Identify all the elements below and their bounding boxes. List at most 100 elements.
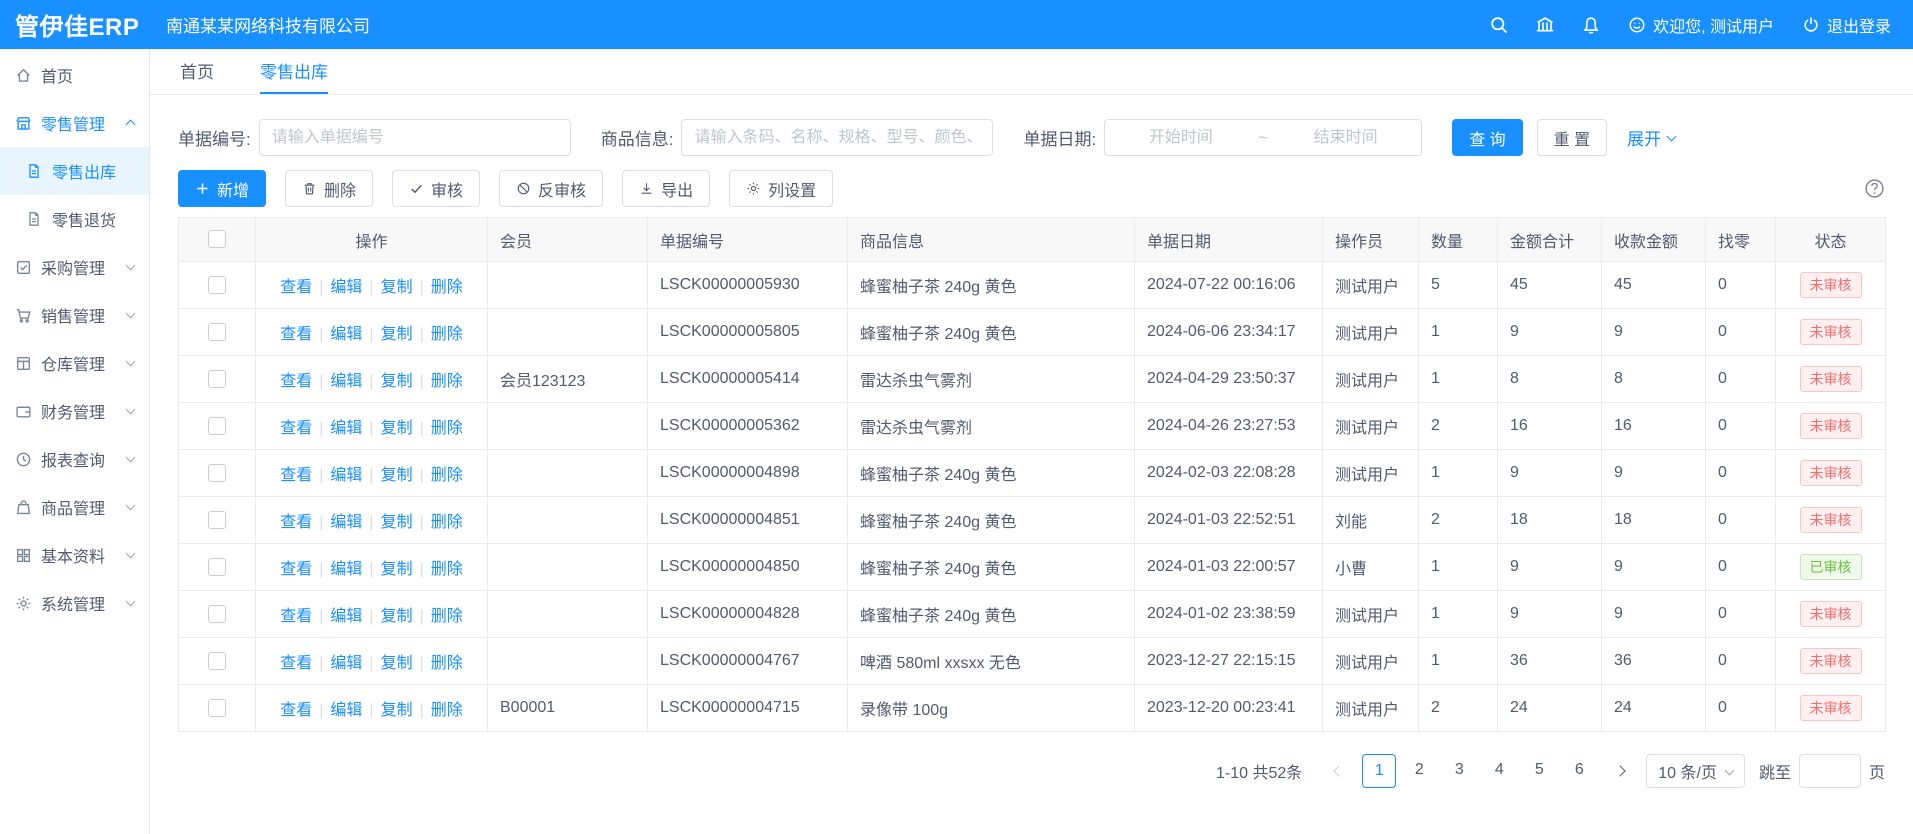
action-edit[interactable]: 编辑 [330,279,362,296]
bag-icon [15,499,32,516]
add-button[interactable]: 新增 [178,170,266,207]
row-checkbox[interactable] [208,323,226,341]
action-copy[interactable]: 复制 [381,467,413,484]
row-checkbox[interactable] [208,652,226,670]
sidebar-item-retail[interactable]: 零售管理 [0,99,149,147]
delete-button[interactable]: 删除 [285,170,373,207]
select-all-checkbox[interactable] [208,230,226,248]
action-view[interactable]: 查看 [280,467,312,484]
filter-bar: 单据编号: 商品信息: 单据日期: ~ 查 询 重 置 展开 [178,119,1885,156]
action-edit[interactable]: 编辑 [330,655,362,672]
page-button-2[interactable]: 2 [1402,754,1436,788]
row-checkbox[interactable] [208,417,226,435]
row-checkbox[interactable] [208,699,226,717]
action-delete[interactable]: 删除 [431,373,463,390]
action-view[interactable]: 查看 [280,655,312,672]
column-settings-button[interactable]: 列设置 [729,170,833,207]
user-welcome[interactable]: 欢迎您, 测试用户 [1628,13,1774,37]
action-edit[interactable]: 编辑 [330,467,362,484]
action-delete[interactable]: 删除 [431,279,463,296]
action-view[interactable]: 查看 [280,608,312,625]
row-checkbox[interactable] [208,558,226,576]
action-edit[interactable]: 编辑 [330,326,362,343]
tab-home[interactable]: 首页 [180,49,214,94]
sidebar-item-purchase[interactable]: 采购管理 [0,243,149,291]
sidebar-item-system[interactable]: 系统管理 [0,579,149,627]
next-page-icon[interactable] [1604,754,1638,788]
sidebar-item-sale[interactable]: 销售管理 [0,291,149,339]
action-edit[interactable]: 编辑 [330,702,362,719]
unaudit-button[interactable]: 反审核 [499,170,603,207]
action-copy[interactable]: 复制 [381,514,413,531]
sidebar-item-retail-out[interactable]: 零售出库 [0,147,149,195]
change-cell: 0 [1706,544,1776,591]
action-edit[interactable]: 编辑 [330,420,362,437]
action-copy[interactable]: 复制 [381,655,413,672]
bill-no-input[interactable] [259,119,571,156]
sidebar-item-goods[interactable]: 商品管理 [0,483,149,531]
action-delete[interactable]: 删除 [431,702,463,719]
search-icon[interactable] [1489,15,1509,35]
sidebar-item-retail-return[interactable]: 零售退货 [0,195,149,243]
action-copy[interactable]: 复制 [381,373,413,390]
export-button[interactable]: 导出 [622,170,710,207]
page-button-6[interactable]: 6 [1562,754,1596,788]
product-info-input[interactable] [681,119,993,156]
action-delete[interactable]: 删除 [431,608,463,625]
row-checkbox[interactable] [208,605,226,623]
row-checkbox[interactable] [208,276,226,294]
action-copy[interactable]: 复制 [381,561,413,578]
action-view[interactable]: 查看 [280,514,312,531]
action-copy[interactable]: 复制 [381,326,413,343]
sidebar-item-warehouse[interactable]: 仓库管理 [0,339,149,387]
action-edit[interactable]: 编辑 [330,514,362,531]
search-button[interactable]: 查 询 [1452,119,1522,156]
action-edit[interactable]: 编辑 [330,561,362,578]
status-badge: 未审核 [1800,507,1862,533]
action-delete[interactable]: 删除 [431,420,463,437]
action-delete[interactable]: 删除 [431,655,463,672]
row-checkbox[interactable] [208,370,226,388]
sidebar-item-home[interactable]: 首页 [0,51,149,99]
action-copy[interactable]: 复制 [381,702,413,719]
tab-retail-out[interactable]: 零售出库 [260,49,328,94]
action-edit[interactable]: 编辑 [330,608,362,625]
date-range-picker[interactable]: ~ [1104,119,1422,156]
action-copy[interactable]: 复制 [381,420,413,437]
date-end-input[interactable] [1270,120,1421,155]
page-size-select[interactable]: 10 条/页 [1646,754,1745,788]
jump-to-input[interactable] [1799,754,1861,788]
prev-page-icon[interactable] [1320,754,1354,788]
logout-button[interactable]: 退出登录 [1802,13,1891,37]
action-view[interactable]: 查看 [280,279,312,296]
date-start-input[interactable] [1105,120,1256,155]
audit-button[interactable]: 审核 [392,170,480,207]
page-button-3[interactable]: 3 [1442,754,1476,788]
page-button-5[interactable]: 5 [1522,754,1556,788]
bell-icon[interactable] [1581,15,1601,35]
sidebar-item-report[interactable]: 报表查询 [0,435,149,483]
qty-cell: 2 [1419,497,1498,544]
page-button-4[interactable]: 4 [1482,754,1516,788]
row-checkbox[interactable] [208,511,226,529]
action-copy[interactable]: 复制 [381,279,413,296]
help-icon[interactable] [1864,178,1885,199]
action-delete[interactable]: 删除 [431,561,463,578]
expand-filters-link[interactable]: 展开 [1627,125,1675,150]
page-button-1[interactable]: 1 [1362,754,1396,788]
reset-button[interactable]: 重 置 [1537,119,1607,156]
action-view[interactable]: 查看 [280,420,312,437]
action-delete[interactable]: 删除 [431,467,463,484]
action-view[interactable]: 查看 [280,561,312,578]
sidebar-item-finance[interactable]: 财务管理 [0,387,149,435]
row-checkbox[interactable] [208,464,226,482]
action-delete[interactable]: 删除 [431,326,463,343]
action-view[interactable]: 查看 [280,373,312,390]
action-view[interactable]: 查看 [280,702,312,719]
action-delete[interactable]: 删除 [431,514,463,531]
sidebar-item-basic[interactable]: 基本资料 [0,531,149,579]
action-copy[interactable]: 复制 [381,608,413,625]
bank-icon[interactable] [1535,15,1555,35]
action-view[interactable]: 查看 [280,326,312,343]
action-edit[interactable]: 编辑 [330,373,362,390]
